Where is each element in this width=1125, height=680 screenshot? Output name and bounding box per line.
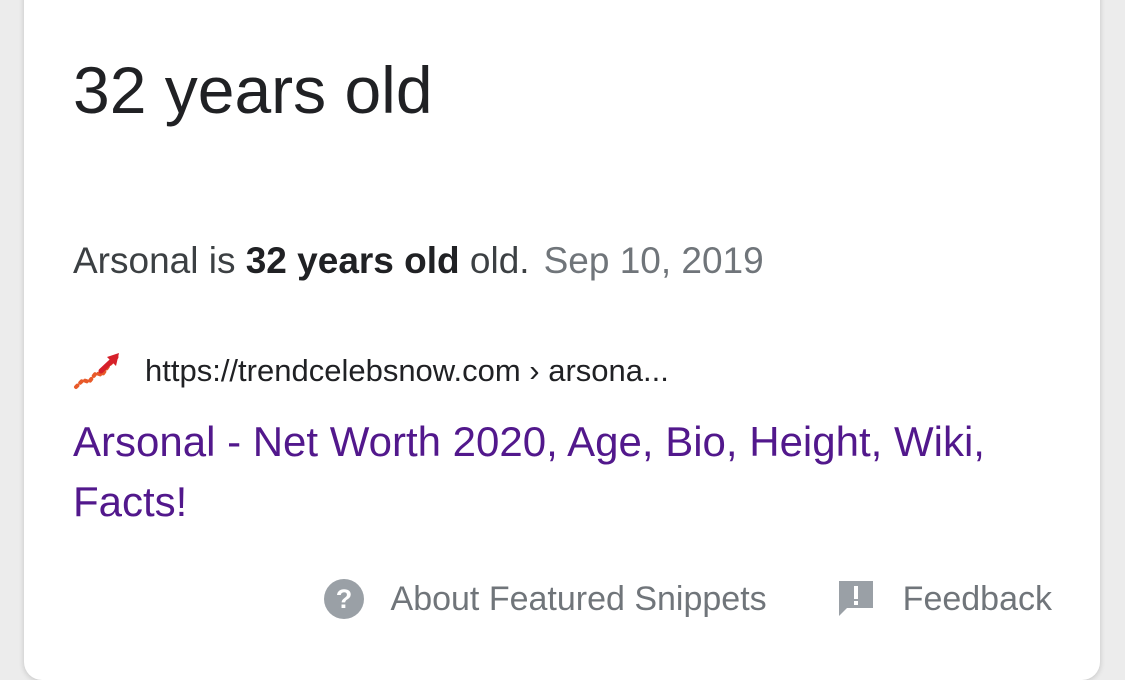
result-title-link[interactable]: Arsonal - Net Worth 2020, Age, Bio, Heig… — [73, 412, 1033, 532]
help-circle-icon: ? — [323, 579, 364, 619]
snippet-text-after: old. — [459, 240, 530, 281]
snippet-text-bold: 32 years old — [245, 240, 460, 281]
source-citation[interactable]: https://trendcelebsnow.com › arsona... — [73, 348, 669, 394]
feedback-label: Feedback — [902, 579, 1052, 618]
svg-text:?: ? — [335, 584, 352, 614]
about-featured-snippets-link[interactable]: ? About Featured Snippets — [323, 578, 767, 620]
source-url[interactable]: https://trendcelebsnow.com › arsona... — [145, 353, 669, 389]
snippet-text-before: Arsonal is — [73, 240, 246, 281]
snippet-footer: ? About Featured Snippets Feedback — [323, 578, 1052, 620]
trend-arrow-icon — [74, 353, 119, 389]
snippet-date: Sep 10, 2019 — [543, 240, 764, 281]
about-featured-snippets-label: About Featured Snippets — [390, 579, 767, 618]
feedback-link[interactable]: Feedback — [835, 578, 1052, 620]
snippet-text: Arsonal is 32 years old old. Sep 10, 2019 — [73, 236, 764, 286]
answer-heading: 32 years old — [73, 53, 433, 127]
feedback-icon — [838, 581, 873, 616]
